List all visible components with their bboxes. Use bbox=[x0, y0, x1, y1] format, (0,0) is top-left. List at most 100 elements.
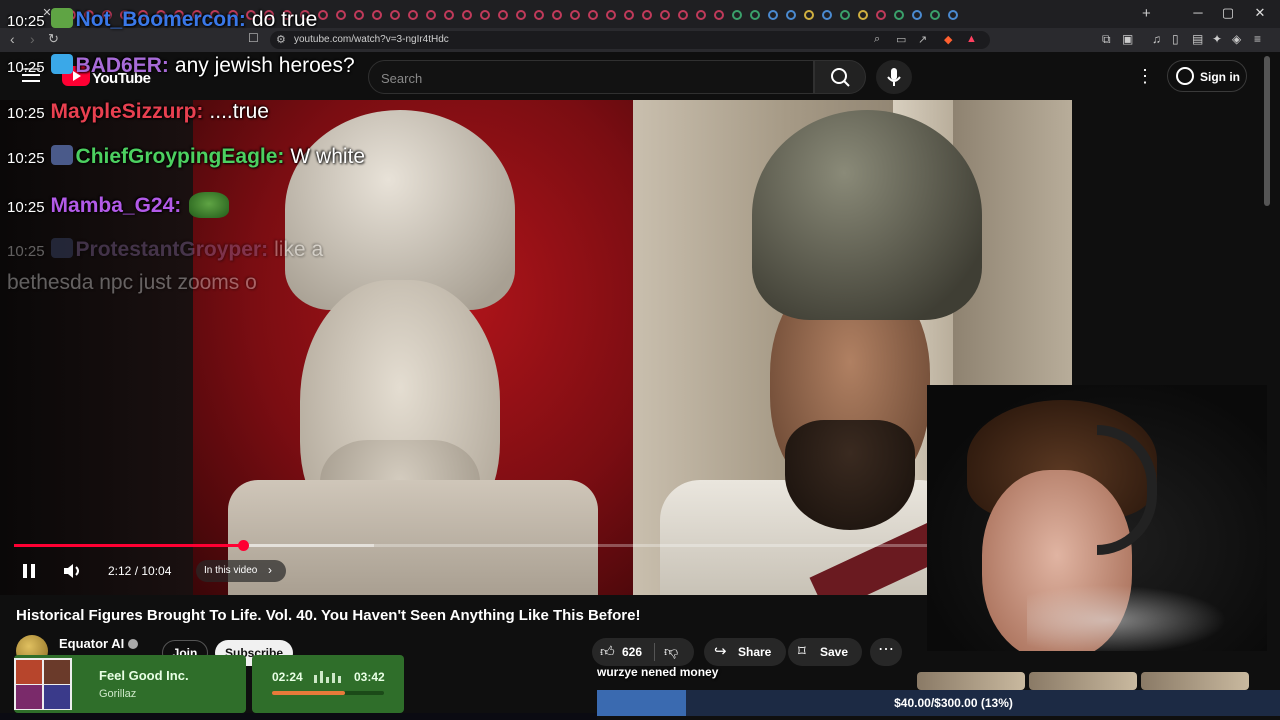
maximize-icon[interactable]: ▢ bbox=[1218, 5, 1238, 21]
progress-bar[interactable] bbox=[14, 540, 1060, 551]
share-page-icon[interactable]: ↗ bbox=[918, 33, 927, 46]
tab-search-icon[interactable]: ▤ bbox=[1192, 32, 1203, 46]
related-thumbnail[interactable] bbox=[917, 672, 1025, 690]
chat-text: any jewish heroes? bbox=[174, 54, 355, 77]
menu-icon[interactable]: ≡ bbox=[1254, 32, 1261, 46]
chapters-button[interactable]: In this video › bbox=[196, 560, 286, 582]
tab[interactable] bbox=[714, 10, 724, 20]
chat-time: 10:25 bbox=[7, 150, 45, 167]
tab[interactable] bbox=[696, 10, 706, 20]
media-icon[interactable]: ♫ bbox=[1152, 32, 1161, 46]
chat-username: ChiefGroypingEagle: bbox=[75, 145, 285, 168]
related-thumbnail[interactable] bbox=[1141, 672, 1249, 690]
zoom-icon[interactable]: ⌕ bbox=[874, 33, 880, 46]
save-label: Save bbox=[820, 645, 849, 659]
album-art bbox=[14, 658, 72, 710]
progress-scrubber[interactable] bbox=[237, 540, 249, 551]
tab[interactable] bbox=[912, 10, 922, 20]
brave-shield-icon[interactable]: ◆ bbox=[944, 33, 952, 46]
chapters-label: In this video bbox=[204, 565, 258, 576]
thumbs-down-icon[interactable]: 👎︎ bbox=[664, 643, 678, 660]
equalizer-icon bbox=[314, 671, 344, 683]
chat-time: 10:25 bbox=[7, 59, 45, 76]
chat-badge-icon bbox=[50, 54, 73, 74]
chat-time: 10:25 bbox=[7, 243, 45, 260]
page-scrollbar[interactable] bbox=[1264, 56, 1270, 206]
donation-goal-label: $40.00/$300.00 (13%) bbox=[894, 696, 1013, 710]
verified-badge-icon bbox=[128, 639, 139, 649]
pause-button[interactable] bbox=[20, 562, 38, 580]
like-count: 626 bbox=[622, 645, 643, 659]
man-beard bbox=[785, 420, 915, 530]
minimize-icon[interactable]: ─ bbox=[1188, 5, 1208, 20]
song-elapsed: 02:24 bbox=[272, 670, 303, 684]
now-playing-progress-card: 02:24 03:42 bbox=[252, 655, 404, 713]
new-tab-icon[interactable]: + bbox=[1142, 5, 1151, 22]
related-videos bbox=[917, 672, 1257, 690]
save-button[interactable]: ⌑ Save bbox=[788, 638, 862, 666]
like-dislike-group: 👍︎ 626 👎︎ bbox=[592, 638, 694, 666]
tab[interactable] bbox=[768, 10, 778, 20]
tab[interactable] bbox=[660, 10, 670, 20]
progress-played bbox=[14, 544, 243, 547]
chat-text: like a bbox=[274, 238, 324, 261]
chat-badge-icon bbox=[50, 8, 73, 28]
song-title: Feel Good Inc. bbox=[99, 668, 189, 683]
rewards-icon[interactable]: ▲ bbox=[966, 33, 977, 45]
tab[interactable] bbox=[804, 10, 814, 20]
tab[interactable] bbox=[732, 10, 742, 20]
channel-name[interactable]: Equator AI bbox=[59, 636, 139, 651]
tab[interactable] bbox=[822, 10, 832, 20]
sidebar-icon[interactable]: ▯ bbox=[1172, 32, 1179, 46]
chat-message: 10:25 MaypleSizzurp: ....true bbox=[7, 100, 269, 124]
donation-goal-bar: $40.00/$300.00 (13%) bbox=[597, 690, 1280, 716]
account-icon bbox=[1176, 67, 1194, 85]
wallet-icon[interactable]: ▣ bbox=[1122, 32, 1133, 46]
settings-kebab-icon[interactable]: ⋮ bbox=[1136, 66, 1154, 86]
like-button[interactable]: 👍︎ 626 bbox=[592, 638, 654, 666]
tab[interactable] bbox=[894, 10, 904, 20]
leo-icon[interactable]: ✦ bbox=[1212, 32, 1222, 46]
chat-username: BAD6ER: bbox=[75, 54, 169, 77]
sign-in-button[interactable]: Sign in bbox=[1167, 60, 1247, 92]
related-thumbnail[interactable] bbox=[1029, 672, 1137, 690]
extensions-icon[interactable]: ⧉ bbox=[1102, 32, 1111, 47]
microphone-icon bbox=[887, 68, 901, 86]
vpn-icon[interactable]: ◈ bbox=[1232, 32, 1241, 46]
pepe-emote-icon bbox=[189, 192, 230, 218]
cast-icon[interactable]: ▭ bbox=[896, 33, 906, 46]
chat-message: 10:25 BAD6ER: any jewish heroes? bbox=[7, 54, 355, 78]
chat-username: Not_Boomercon: bbox=[75, 8, 246, 31]
tab[interactable] bbox=[750, 10, 760, 20]
tab[interactable] bbox=[930, 10, 940, 20]
share-icon: ↪ bbox=[714, 643, 727, 660]
chat-username: MaypleSizzurp: bbox=[50, 100, 204, 123]
chat-time: 10:25 bbox=[7, 105, 45, 122]
bronze-helmet bbox=[752, 110, 982, 320]
song-progress-fill bbox=[272, 691, 345, 695]
song-total: 03:42 bbox=[354, 670, 385, 684]
stream-chat-overlay: 10:25 Not_Boomercon: do true 10:25 BAD6ER: a… bbox=[0, 0, 640, 300]
voice-search-button[interactable] bbox=[876, 60, 912, 94]
tab[interactable] bbox=[858, 10, 868, 20]
share-button[interactable]: ↪ Share bbox=[704, 638, 786, 666]
tab[interactable] bbox=[642, 10, 652, 20]
chat-badge-icon bbox=[50, 238, 73, 258]
screen: ✕ + ─ ▢ ✕ ‹ › ↻ ☐ ⚙ youtube.com/watch?v=… bbox=[0, 0, 1280, 720]
tab[interactable] bbox=[678, 10, 688, 20]
more-actions-button[interactable]: ⋯ bbox=[870, 638, 902, 666]
chat-text: do true bbox=[251, 8, 318, 31]
search-icon bbox=[831, 68, 850, 87]
chat-badge-icon bbox=[50, 145, 73, 165]
tab[interactable] bbox=[948, 10, 958, 20]
tab[interactable] bbox=[786, 10, 796, 20]
search-button[interactable] bbox=[814, 60, 866, 94]
song-progress-bar bbox=[272, 691, 384, 695]
tab[interactable] bbox=[876, 10, 886, 20]
chat-text: ....true bbox=[209, 100, 269, 123]
volume-button[interactable] bbox=[62, 562, 84, 580]
vapor-cloud bbox=[1027, 585, 1227, 651]
tab[interactable] bbox=[840, 10, 850, 20]
window-close-icon[interactable]: ✕ bbox=[1250, 5, 1270, 21]
donation-message: wurzye nened money bbox=[597, 665, 719, 679]
